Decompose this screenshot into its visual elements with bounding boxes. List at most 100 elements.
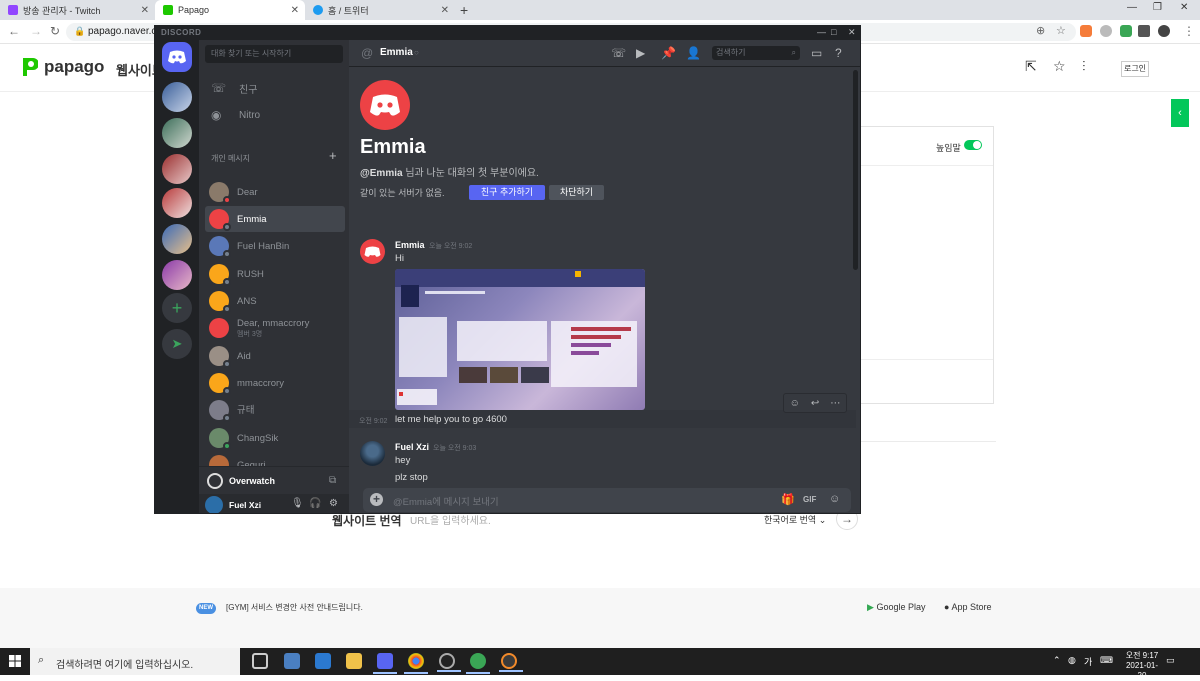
scrollbar[interactable] <box>853 70 858 270</box>
close-icon[interactable]: ✕ <box>441 5 449 16</box>
inbox-icon[interactable]: ▭ <box>811 46 822 60</box>
papago-logo-text[interactable]: papago <box>44 57 104 77</box>
message-image-attachment[interactable] <box>395 269 645 410</box>
explore-servers-icon[interactable]: ➤ <box>162 329 192 359</box>
server-icon[interactable] <box>162 188 192 218</box>
dm-list-item[interactable]: ANS <box>205 288 345 314</box>
favorite-star-icon[interactable]: ☆ <box>1053 58 1066 75</box>
overwatch-icon[interactable] <box>499 653 523 672</box>
settings-sliders-icon[interactable]: ⫶ <box>1082 58 1086 75</box>
channel-search-input[interactable]: 검색하기 ⌕ <box>712 46 800 60</box>
server-icon[interactable] <box>162 154 192 184</box>
menu-kebab-icon[interactable]: ⋮ <box>1183 24 1195 38</box>
dm-list-item[interactable]: Emmia <box>205 206 345 232</box>
avatar[interactable] <box>360 441 385 466</box>
tab-papago[interactable]: Papago ✕ <box>155 0 305 20</box>
file-explorer-icon[interactable] <box>346 653 362 669</box>
emoji-icon[interactable]: ☺ <box>829 493 840 505</box>
bookmark-star-icon[interactable]: ☆ <box>1056 24 1066 37</box>
honorific-toggle[interactable] <box>964 140 982 150</box>
profile-icon[interactable] <box>1158 25 1170 37</box>
extension-icon[interactable] <box>1080 25 1092 37</box>
keyboard-icon[interactable]: ⌨ <box>1100 655 1113 666</box>
message-composer[interactable]: + @Emmia에 메시지 보내기 🎁 GIF ☺ <box>363 488 851 512</box>
avatar[interactable] <box>360 239 385 264</box>
mail-icon[interactable] <box>315 653 331 669</box>
login-button[interactable]: 로그인 <box>1121 61 1149 77</box>
minimize-button[interactable]: — <box>1127 2 1137 13</box>
block-button[interactable]: 차단하기 <box>549 185 604 200</box>
tab-twitch[interactable]: 방송 관리자 - Twitch ✕ <box>0 0 155 20</box>
side-panel-toggle[interactable]: ‹ <box>1171 99 1189 127</box>
system-clock[interactable]: 오전 9:17 2021-01-20 <box>1122 651 1162 681</box>
discord-home-button[interactable] <box>162 42 192 72</box>
dm-list-item[interactable]: Dear <box>205 179 345 205</box>
taskbar-search[interactable]: ⌕ 검색하려면 여기에 입력하십시오. <box>30 648 240 675</box>
back-icon[interactable]: ← <box>8 24 20 38</box>
pin-icon[interactable]: 📌 <box>661 46 676 60</box>
server-icon[interactable] <box>162 224 192 254</box>
site-info-icon[interactable]: ⊕ <box>1036 24 1045 37</box>
obs-icon[interactable] <box>437 653 461 672</box>
add-friend-button[interactable]: 친구 추가하기 <box>469 185 545 200</box>
headphones-icon[interactable]: 🎧 <box>309 498 321 509</box>
more-options-icon[interactable]: ⋯ <box>830 398 840 409</box>
add-friend-icon[interactable]: 👤 <box>686 46 701 60</box>
puzzle-icon[interactable] <box>1138 25 1150 37</box>
maximize-button[interactable]: □ <box>831 27 836 37</box>
restore-button[interactable]: ❐ <box>1153 2 1162 13</box>
new-tab-button[interactable]: + <box>460 2 468 18</box>
extension-icon[interactable] <box>1100 25 1112 37</box>
gif-icon[interactable]: GIF <box>803 495 816 504</box>
reply-icon[interactable]: ↩ <box>811 398 819 409</box>
dm-list-item[interactable]: Aid <box>205 343 345 369</box>
task-view-icon[interactable] <box>252 653 268 669</box>
forward-icon[interactable]: → <box>30 24 42 38</box>
dm-search-input[interactable]: 대화 찾기 또는 시작하기 <box>205 45 343 63</box>
chrome-icon[interactable] <box>404 653 428 674</box>
upload-plus-icon[interactable]: + <box>370 493 383 506</box>
minimize-button[interactable]: — <box>817 27 826 37</box>
ime-indicator[interactable]: 가 <box>1084 655 1092 668</box>
add-reaction-icon[interactable]: ☺ <box>790 398 800 409</box>
microphone-icon[interactable]: 🎙 <box>291 498 304 509</box>
dm-list-item[interactable]: 규태 <box>205 397 345 423</box>
share-icon[interactable]: ⇱ <box>1025 58 1037 75</box>
gear-icon[interactable]: ⚙ <box>329 498 338 509</box>
create-dm-button[interactable]: + <box>329 148 337 163</box>
add-server-button[interactable]: + <box>162 293 192 323</box>
screen-share-icon[interactable]: ⧉ <box>329 475 336 486</box>
extension-icon[interactable] <box>1120 25 1132 37</box>
reload-icon[interactable]: ↻ <box>50 24 60 38</box>
close-icon[interactable]: ✕ <box>291 5 299 16</box>
server-icon[interactable] <box>162 260 192 290</box>
dm-list-item[interactable]: Fuel HanBin <box>205 233 345 259</box>
dm-list-item[interactable]: ChangSik <box>205 425 345 451</box>
papago-logo-icon[interactable] <box>20 56 38 78</box>
server-icon[interactable] <box>162 118 192 148</box>
message-input[interactable]: @Emmia에 메시지 보내기 <box>393 494 499 508</box>
windows-start-icon[interactable] <box>9 655 21 667</box>
tab-twitter[interactable]: 홈 / 트위터 ✕ <box>305 0 455 20</box>
message-author[interactable]: Emmia <box>395 240 425 250</box>
video-call-icon[interactable]: ▶ <box>636 46 645 60</box>
tray-chevron-icon[interactable]: ⌃ <box>1053 655 1061 666</box>
avatar[interactable] <box>205 496 223 513</box>
dm-list-item[interactable]: Dear, mmaccrory 멤버 3명 <box>205 315 345 341</box>
close-icon[interactable]: ✕ <box>141 5 149 16</box>
message-author[interactable]: Fuel Xzi <box>395 442 429 452</box>
friends-nav-item[interactable]: ☏ 친구 <box>205 76 343 100</box>
avatar[interactable] <box>360 80 410 130</box>
target-language-select[interactable]: 한국어로 번역 ⌄ <box>764 513 826 526</box>
discord-taskbar-icon[interactable] <box>373 653 397 674</box>
close-window-button[interactable]: ✕ <box>848 27 856 38</box>
website-url-input[interactable]: URL을 입력하세요. <box>410 512 491 527</box>
notification-icon[interactable]: ▭ <box>1166 655 1175 666</box>
app-store-link[interactable]: ● App Store <box>944 602 991 612</box>
app-icon[interactable] <box>466 653 490 674</box>
nitro-nav-item[interactable]: ◉ Nitro <box>205 103 343 127</box>
network-icon[interactable]: ◍ <box>1068 655 1076 666</box>
voice-call-icon[interactable]: ☏ <box>611 46 626 60</box>
lock-icon[interactable]: 🔒 <box>74 26 85 37</box>
close-window-button[interactable]: ✕ <box>1180 2 1188 13</box>
